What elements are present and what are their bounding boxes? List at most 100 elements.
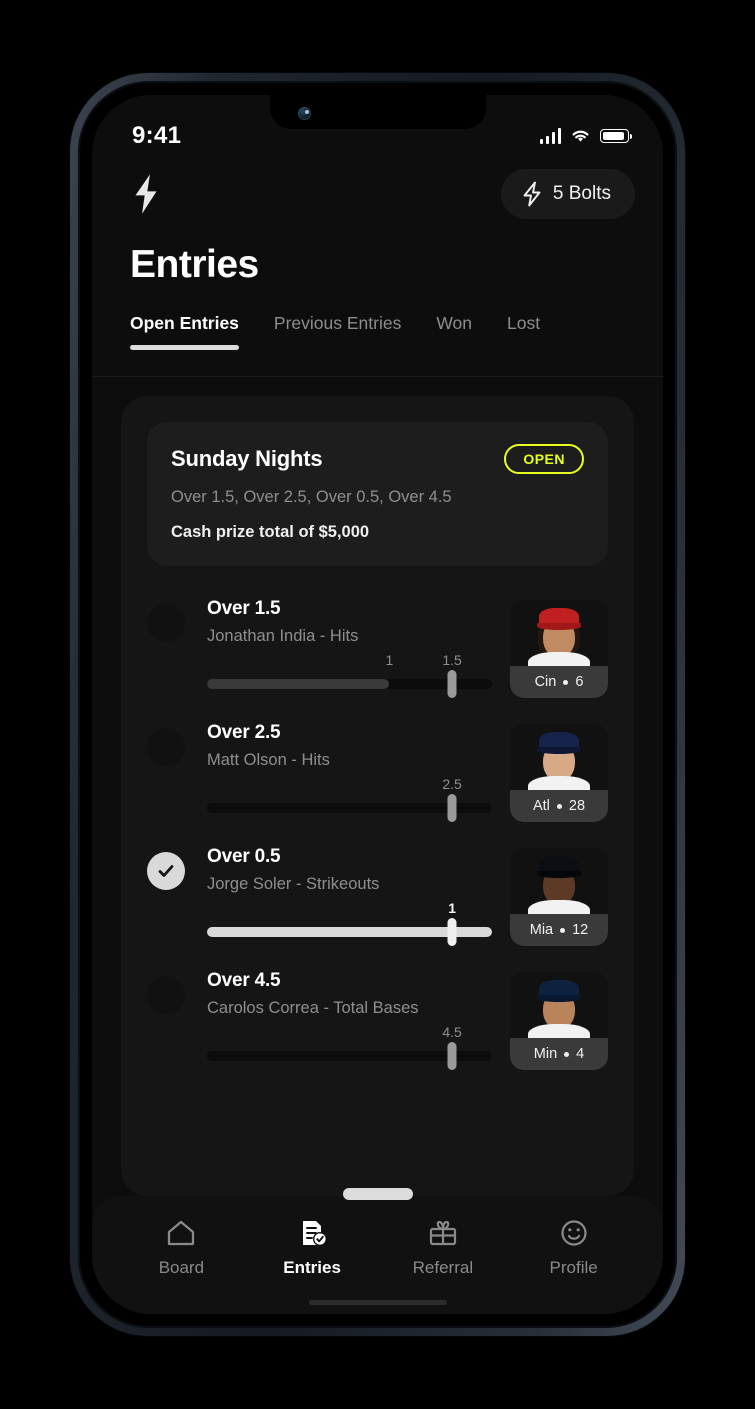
battery-icon [600,129,633,143]
pick-check-indicator [147,604,185,642]
pick-progress: 4.5 [207,1024,492,1070]
smiley-icon [561,1220,587,1246]
nav-label: Entries [283,1258,341,1277]
tab-won[interactable]: Won [436,313,472,350]
player-team-badge: Min 4 [510,1038,608,1070]
pick-target-label: 1.5 [442,652,462,668]
screenshot-canvas: 9:41 5 Bolts Entries Open Entries Previo… [0,0,755,1409]
device-notch [269,95,486,129]
entry-summary: Sunday Nights OPEN Over 1.5, Over 2.5, O… [147,422,608,566]
progress-fill [207,679,390,689]
entries-list: Sunday Nights OPEN Over 1.5, Over 2.5, O… [92,387,663,1200]
pick-row[interactable]: Over 1.5 Jonathan India - Hits 1 1.5 Cin… [147,588,608,712]
player-number: 4 [576,1046,585,1062]
entry-picks-summary: Over 1.5, Over 2.5, Over 0.5, Over 4.5 [171,488,452,506]
pick-title: Over 1.5 [207,598,281,619]
pick-title: Over 0.5 [207,846,281,867]
player-number: 6 [575,674,584,690]
pick-title: Over 2.5 [207,722,281,743]
progress-thumb [447,794,457,822]
bottom-navigation: Board Entries Referral Profile [92,1196,663,1314]
entry-title: Sunday Nights [171,446,323,471]
player-card[interactable]: Atl 28 [510,724,608,822]
pick-target-label: 2.5 [442,776,462,792]
pick-title: Over 4.5 [207,970,281,991]
tab-previous-entries[interactable]: Previous Entries [274,313,401,350]
wifi-icon [572,130,589,142]
separator-dot-icon [556,803,562,809]
app-header: 5 Bolts [92,169,663,219]
nav-item-entries[interactable]: Entries [269,1218,355,1278]
pick-subtitle: Matt Olson - Hits [207,751,330,769]
entry-prize: Cash prize total of $5,000 [171,523,370,541]
nav-item-board[interactable]: Board [138,1218,224,1278]
pick-progress: 1 [207,900,492,946]
separator-dot-icon [560,927,566,933]
player-team: Atl [532,798,550,814]
player-card[interactable]: Cin 6 [510,600,608,698]
pick-current-label: 1 [385,652,394,668]
bolt-logo-icon[interactable] [130,173,162,215]
player-number: 28 [568,798,586,814]
bolts-balance-label: 5 Bolts [552,183,611,204]
pick-details: Over 1.5 Jonathan India - Hits 1 1.5 [185,598,510,698]
phone-bezel: 9:41 5 Bolts Entries Open Entries Previo… [78,81,677,1328]
cellular-signal-icon [539,128,561,144]
pick-subtitle: Jonathan India - Hits [207,627,359,645]
player-team: Mia [529,922,554,938]
nav-label: Board [158,1258,205,1277]
pick-row[interactable]: Over 4.5 Carolos Correa - Total Bases 4.… [147,960,608,1084]
gift-icon [429,1220,456,1246]
pick-subtitle: Carolos Correa - Total Bases [207,999,419,1017]
page-title: Entries [130,243,259,286]
home-icon [168,1220,195,1246]
nav-item-profile[interactable]: Profile [531,1218,617,1278]
check-icon [158,865,174,877]
tabs-divider [92,376,663,377]
player-card[interactable]: Min 4 [510,972,608,1070]
pick-current-label: 1 [448,900,456,916]
separator-dot-icon [563,679,569,685]
nav-label: Referral [412,1258,474,1277]
bolt-icon [523,181,541,207]
entry-card[interactable]: Sunday Nights OPEN Over 1.5, Over 2.5, O… [121,396,634,1200]
pick-row[interactable]: Over 0.5 Jorge Soler - Strikeouts 1 Mia … [147,836,608,960]
status-badge: OPEN [504,444,584,474]
player-team-badge: Mia 12 [510,914,608,946]
status-icons [539,128,633,144]
phone-frame: 9:41 5 Bolts Entries Open Entries Previo… [70,73,685,1336]
tab-open-entries[interactable]: Open Entries [130,313,239,350]
player-team: Cin [534,674,557,690]
progress-thumb [447,1042,457,1070]
tab-lost[interactable]: Lost [507,313,540,350]
pick-progress: 1 1.5 [207,652,492,698]
status-time: 9:41 [132,122,182,149]
player-team-badge: Atl 28 [510,790,608,822]
player-team-badge: Cin 6 [510,666,608,698]
entries-tabs: Open Entries Previous Entries Won Lost [130,313,643,350]
nav-item-referral[interactable]: Referral [400,1218,486,1278]
picks-list: Over 1.5 Jonathan India - Hits 1 1.5 Cin… [147,588,608,1084]
pick-subtitle: Jorge Soler - Strikeouts [207,875,380,893]
player-card[interactable]: Mia 12 [510,848,608,946]
player-team: Min [533,1046,558,1062]
pick-row[interactable]: Over 2.5 Matt Olson - Hits 2.5 Atl 28 [147,712,608,836]
pick-details: Over 0.5 Jorge Soler - Strikeouts 1 [185,846,510,946]
pick-check-indicator [147,728,185,766]
player-number: 12 [572,922,589,938]
bolts-balance-button[interactable]: 5 Bolts [500,169,635,219]
front-camera-icon [297,107,311,120]
pick-progress: 2.5 [207,776,492,822]
document-check-icon [303,1221,328,1246]
home-indicator [308,1300,447,1305]
progress-thumb [447,670,457,698]
pick-details: Over 2.5 Matt Olson - Hits 2.5 [185,722,510,822]
entry-summary-header: Sunday Nights OPEN [171,444,584,474]
pick-check-indicator [147,852,185,890]
phone-screen: 9:41 5 Bolts Entries Open Entries Previo… [92,95,663,1314]
nav-label: Profile [549,1258,598,1277]
separator-dot-icon [564,1051,570,1057]
pick-target-label: 4.5 [442,1024,462,1040]
pick-details: Over 4.5 Carolos Correa - Total Bases 4.… [185,970,510,1070]
scroll-handle[interactable] [342,1188,413,1200]
